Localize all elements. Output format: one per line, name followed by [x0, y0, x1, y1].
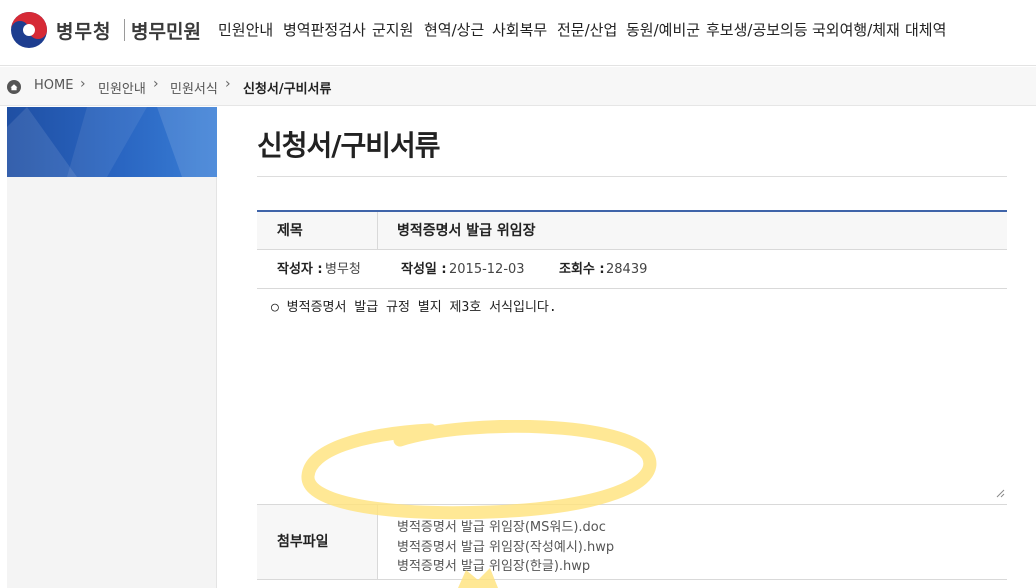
title-divider: [257, 176, 1007, 177]
nav-item-alternative[interactable]: 대체역: [905, 19, 946, 40]
home-icon: [7, 80, 21, 94]
nav-item-overseas[interactable]: 국외여행/체재: [812, 19, 900, 40]
left-sidebar: [7, 107, 217, 588]
breadcrumb-forms[interactable]: 민원서식: [170, 78, 218, 97]
chevron-right-icon: ›: [225, 76, 231, 92]
breadcrumb-home[interactable]: HOME: [34, 78, 73, 93]
post-body-text: ○ 병적증명서 발급 규정 별지 제3호 서식입니다.: [271, 300, 557, 315]
post-title: 병적증명서 발급 위임장: [397, 223, 536, 239]
date-label: 작성일 :: [401, 262, 447, 277]
chevron-right-icon: ›: [80, 76, 86, 92]
author-label: 작성자 :: [277, 262, 323, 277]
brand-subtitle[interactable]: 병무민원: [131, 17, 201, 44]
nav-item-civil-guide[interactable]: 민원안내: [218, 19, 273, 40]
breadcrumb: HOME › 민원안내 › 민원서식 › 신청서/구비서류: [0, 67, 1036, 106]
site-header: 병무청 병무민원 민원안내 병역판정검사 군지원 현역/상근 사회복무 전문/산…: [0, 0, 1036, 66]
nav-item-candidate[interactable]: 후보생/공보의등: [706, 19, 808, 40]
author-value: 병무청: [325, 262, 361, 277]
chevron-right-icon: ›: [153, 76, 159, 92]
nav-item-active[interactable]: 현역/상근: [424, 19, 484, 40]
date-value: 2015-12-03: [449, 262, 525, 277]
page-title: 신청서/구비서류: [257, 129, 441, 162]
taegeuk-logo-icon[interactable]: [10, 11, 48, 49]
banner-pattern: [7, 107, 217, 177]
sidebar-banner: [7, 107, 217, 177]
nav-item-exam[interactable]: 병역판정검사: [283, 19, 366, 40]
nav-item-reserve[interactable]: 동원/예비군: [626, 19, 700, 40]
attachment-label: 첨부파일: [257, 505, 378, 579]
nav-item-social-service[interactable]: 사회복무: [492, 19, 547, 40]
nav-item-industrial[interactable]: 전문/산업: [557, 19, 617, 40]
brand-name[interactable]: 병무청: [56, 17, 111, 44]
post-meta-row: 작성자 : 병무청 작성일 : 2015-12-03 조회수 : 28439: [257, 251, 1007, 289]
brand-divider: [124, 19, 125, 41]
post-title-row: 제목 병적증명서 발급 위임장: [257, 212, 1007, 250]
attachment-row: 첨부파일 병적증명서 발급 위임장(MS워드).doc 병적증명서 발급 위임장…: [257, 504, 1007, 580]
views-label: 조회수 :: [559, 262, 605, 277]
breadcrumb-civil-guide[interactable]: 민원안내: [98, 78, 146, 97]
title-label: 제목: [257, 212, 378, 250]
breadcrumb-current: 신청서/구비서류: [243, 82, 332, 97]
views-value: 28439: [606, 262, 648, 277]
attachment-file-doc[interactable]: 병적증명서 발급 위임장(MS워드).doc: [397, 516, 606, 535]
resize-grip-icon[interactable]: [996, 489, 1005, 498]
attachment-file-hwp[interactable]: 병적증명서 발급 위임장(한글).hwp: [397, 555, 590, 574]
post-content[interactable]: ○ 병적증명서 발급 규정 별지 제3호 서식입니다.: [257, 290, 1007, 500]
nav-item-enlist[interactable]: 군지원: [372, 19, 413, 40]
attachment-file-example-hwp[interactable]: 병적증명서 발급 위임장(작성예시).hwp: [397, 536, 614, 555]
